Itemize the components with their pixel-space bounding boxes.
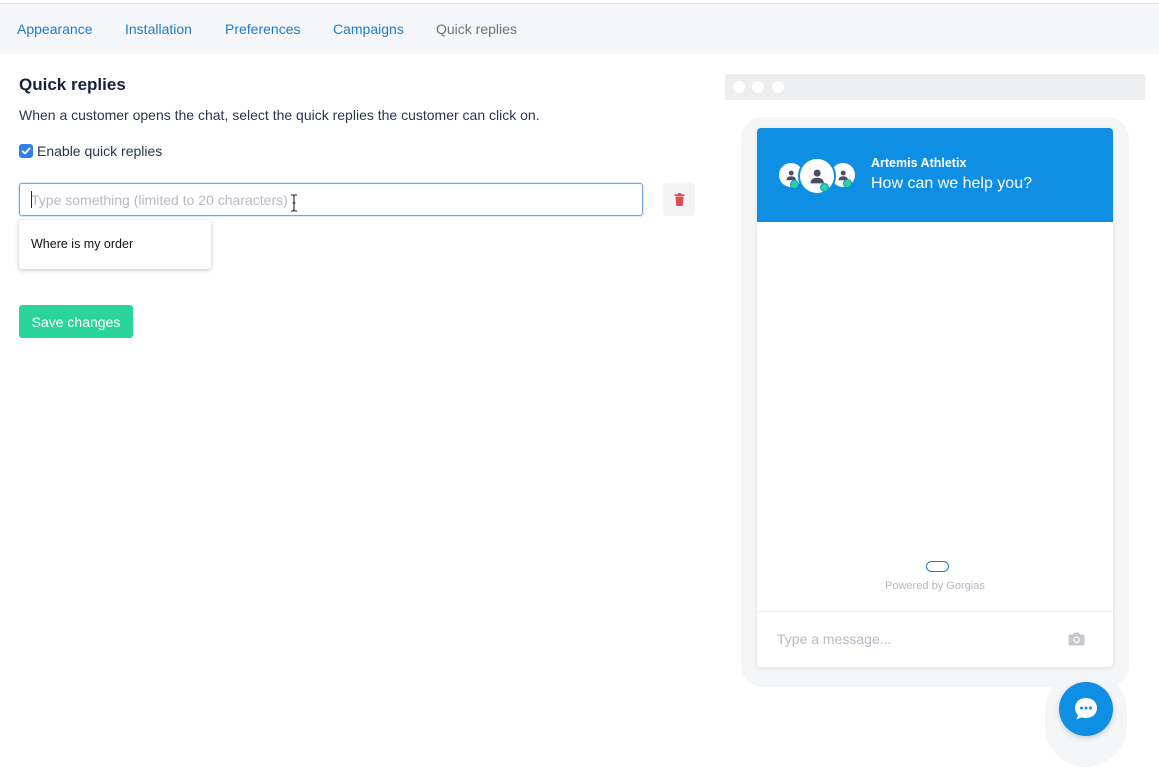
chat-brand-name: Artemis Athletix [871,156,967,170]
check-icon [21,147,31,155]
online-status-dot [820,183,829,192]
online-status-dot [843,179,852,188]
window-dot [772,81,784,93]
text-caret [31,191,32,208]
enable-quick-replies-row[interactable]: Enable quick replies [19,143,162,159]
quick-reply-input[interactable] [19,183,643,216]
chat-header: Artemis Athletix How can we help you? [757,128,1113,222]
preview-browser-bar [725,74,1145,100]
chat-greeting: How can we help you? [871,175,1032,192]
tab-installation[interactable]: Installation [125,21,192,37]
avatar [798,157,836,195]
tab-quick-replies[interactable]: Quick replies [436,21,517,37]
agent-avatars [777,157,859,195]
camera-icon[interactable] [1068,631,1085,646]
chat-widget-preview: Artemis Athletix How can we help you? Po… [757,128,1113,667]
chat-bubble-icon [1075,698,1097,720]
save-changes-button[interactable]: Save changes [19,305,133,338]
section-description: When a customer opens the chat, select t… [19,107,540,123]
window-dot [752,81,764,93]
delete-reply-button[interactable] [663,183,695,216]
text-cursor-icon [291,194,297,212]
tab-campaigns[interactable]: Campaigns [333,21,404,37]
settings-tab-bar: Appearance Installation Preferences Camp… [0,4,1159,54]
enable-quick-replies-checkbox[interactable] [19,144,33,158]
window-dot [733,81,745,93]
chat-footer-divider [757,611,1113,612]
suggestion-item[interactable]: Where is my order [31,237,133,251]
chat-message-input[interactable] [769,623,1059,655]
tab-appearance[interactable]: Appearance [17,21,93,37]
quick-reply-suggestions: Where is my order [19,220,211,269]
trash-icon [674,193,684,206]
gorgias-logo-icon [926,561,949,572]
section-title: Quick replies [19,75,126,94]
tab-preferences[interactable]: Preferences [225,21,300,37]
online-status-dot [790,180,799,189]
powered-by-text: Powered by Gorgias [885,580,985,592]
chat-launcher-button[interactable] [1059,682,1113,736]
enable-quick-replies-label: Enable quick replies [37,143,163,159]
